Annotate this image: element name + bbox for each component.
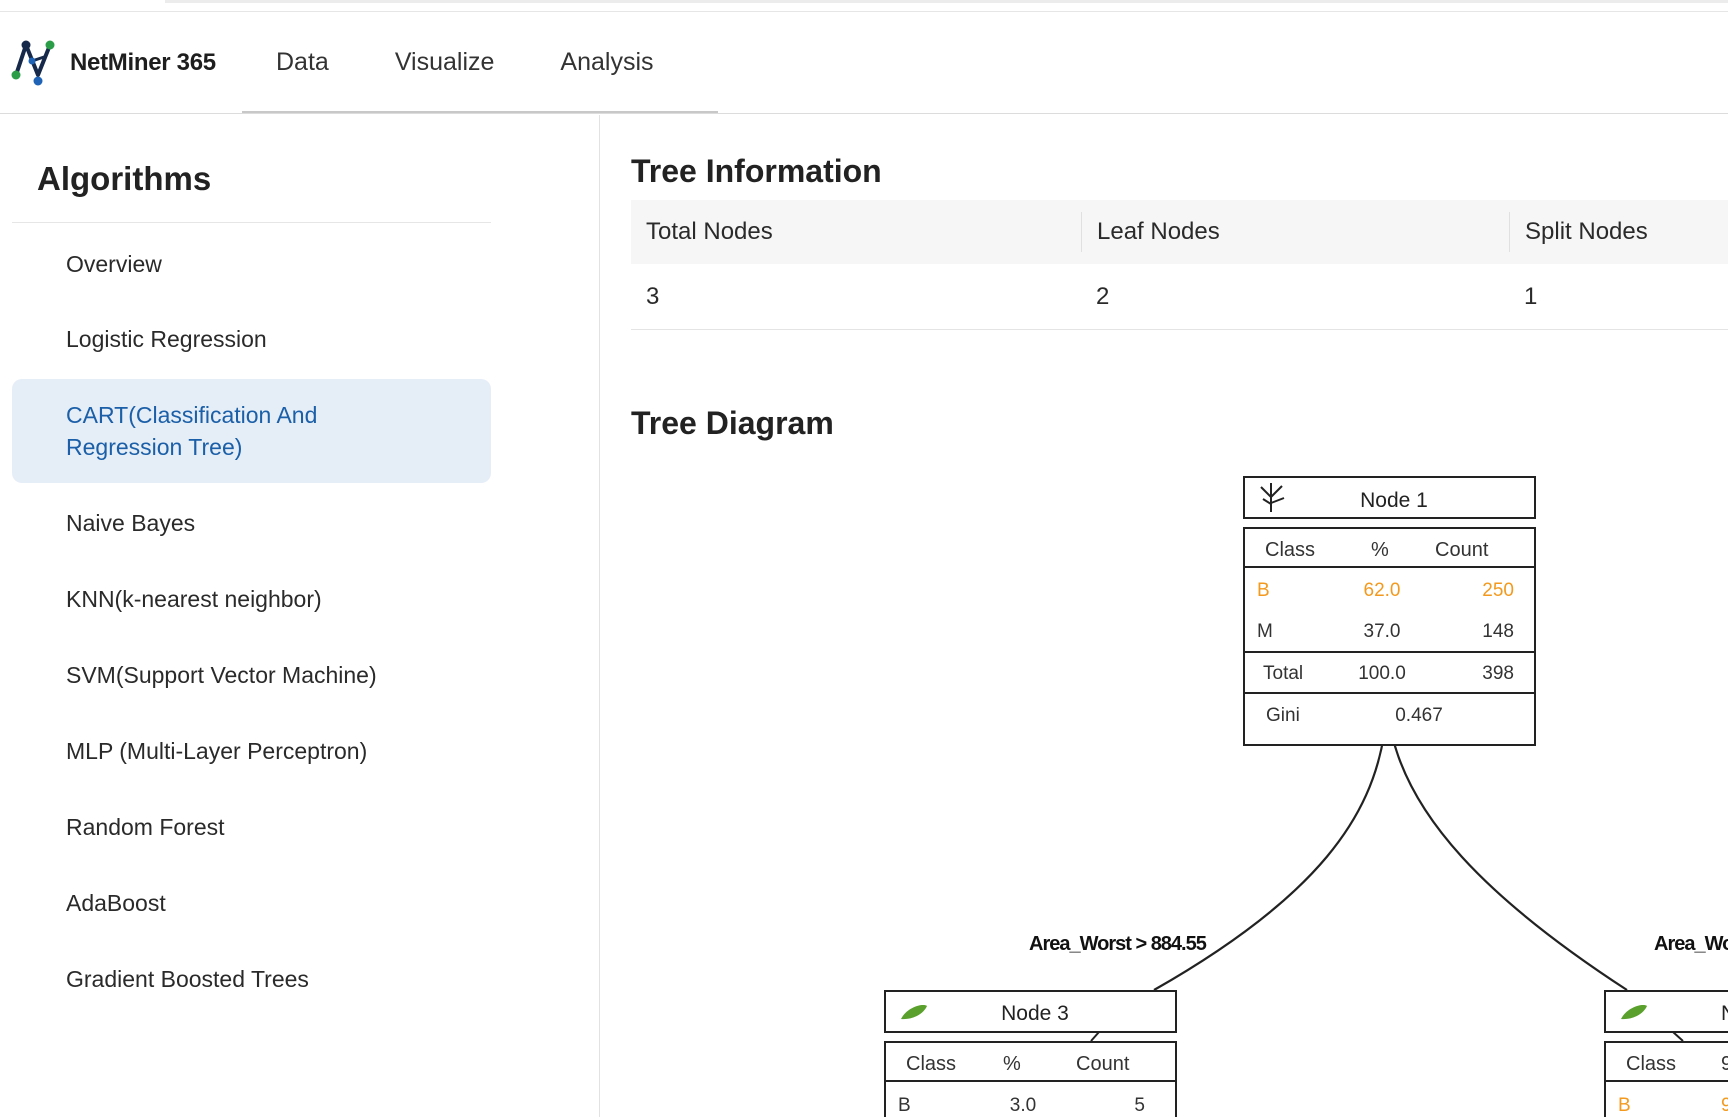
app-logo[interactable]: NetMiner 365 (10, 35, 216, 91)
node-1-row-b-pct: 62.0 (1364, 580, 1401, 601)
node-2[interactable]: N Class 9 B 9 (1604, 990, 1728, 1117)
nav-data[interactable]: Data (276, 48, 329, 77)
tree-diagram: Node 1 Class % Count B 62.0 250 M 37.0 1… (884, 476, 1728, 1117)
main-content: Tree Information Total Nodes Leaf Nodes … (601, 115, 1728, 1117)
sidebar-item-naive-bayes[interactable]: Naive Bayes (12, 507, 491, 539)
edge-root-right (1390, 734, 1628, 991)
sidebar-title: Algorithms (37, 160, 212, 197)
node-1[interactable]: Node 1 Class % Count B 62.0 250 M 37.0 1… (1243, 476, 1536, 746)
node-1-total-count: 398 (1482, 663, 1514, 684)
node-3-row-b-count: 5 (1134, 1095, 1145, 1116)
sidebar-item-logistic-regression[interactable]: Logistic Regression (12, 323, 491, 355)
sidebar-item-random-forest[interactable]: Random Forest (12, 811, 491, 843)
address-bar (165, 0, 1728, 3)
node-3-row-b-pct: 3.0 (1010, 1095, 1036, 1116)
sidebar-item-adaboost[interactable]: AdaBoost (12, 887, 491, 919)
node-1-header-count: Count (1435, 539, 1489, 561)
left-split-label: Area_Worst > 884.55 (1029, 933, 1207, 955)
node-1-total-pct: 100.0 (1358, 663, 1406, 684)
node-2-header-class: Class (1626, 1053, 1676, 1075)
node-1-row-b-class: B (1257, 580, 1270, 601)
right-split-label: Area_Wo (1654, 933, 1728, 955)
node-1-row-m-pct: 37.0 (1364, 621, 1401, 642)
node-1-row-m-class: M (1257, 621, 1273, 642)
node-3-name: Node 3 (1001, 1002, 1069, 1025)
node-2-header-pct: 9 (1721, 1053, 1728, 1075)
nav-visualize[interactable]: Visualize (395, 48, 495, 77)
node-1-name: Node 1 (1360, 489, 1428, 512)
node-3-row-b-class: B (898, 1095, 911, 1116)
sidebar-item-mlp[interactable]: MLP (Multi-Layer Perceptron) (12, 735, 491, 767)
app-name: NetMiner 365 (70, 49, 216, 76)
sidebar-divider (12, 222, 491, 223)
nav-analysis[interactable]: Analysis (560, 48, 653, 77)
node-1-header-pct: % (1371, 539, 1389, 561)
app-header: NetMiner 365 Data Visualize Analysis (0, 13, 1728, 114)
sidebar-item-overview[interactable]: Overview (12, 248, 491, 280)
node-1-gini-label: Gini (1266, 705, 1300, 726)
sidebar-item-gradient-boosted-trees[interactable]: Gradient Boosted Trees (12, 963, 491, 995)
node-2-row-b-class: B (1618, 1095, 1631, 1116)
sidebar-item-knn[interactable]: KNN(k-nearest neighbor) (12, 583, 491, 615)
node-1-total-label: Total (1263, 663, 1303, 684)
node-2-name: N (1721, 1002, 1728, 1025)
netminer-logo-icon (11, 40, 55, 86)
sidebar-item-svm[interactable]: SVM(Support Vector Machine) (12, 659, 491, 691)
sidebar-item-cart[interactable]: CART(Classification And Regression Tree) (12, 379, 491, 483)
node-3-header-pct: % (1003, 1053, 1021, 1075)
node-3[interactable]: Node 3 Class % Count B 3.0 5 (884, 990, 1177, 1117)
node-1-gini-value: 0.467 (1395, 705, 1443, 726)
node-3-header-class: Class (906, 1053, 956, 1075)
main-nav: Data Visualize Analysis (242, 13, 718, 113)
node-1-row-b-count: 250 (1482, 580, 1514, 601)
node-1-header-class: Class (1265, 539, 1315, 561)
node-2-row-b-pct: 9 (1721, 1095, 1728, 1116)
node-1-row-m-count: 148 (1482, 621, 1514, 642)
algorithm-sidebar: Algorithms Overview Logistic Regression … (0, 115, 600, 1117)
node-3-header-count: Count (1076, 1053, 1130, 1075)
browser-top-strip (0, 0, 1728, 12)
